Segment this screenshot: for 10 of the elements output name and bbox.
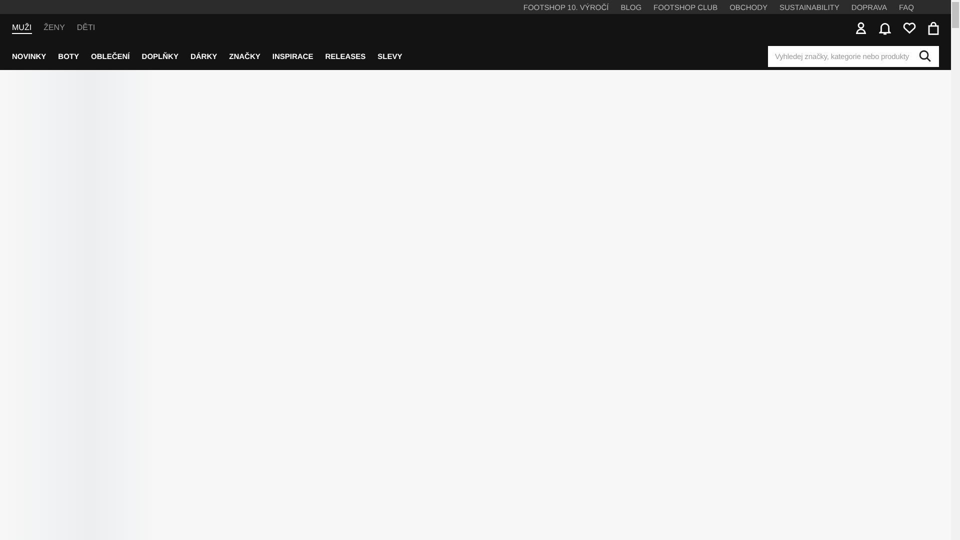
scrollbar-thumb[interactable] <box>952 2 959 28</box>
user-icon[interactable] <box>855 22 867 34</box>
gender-tab[interactable]: DĚTI <box>76 22 96 34</box>
gender-tab[interactable]: MUŽI <box>12 22 32 34</box>
heart-icon[interactable] <box>903 22 916 34</box>
bag-icon[interactable] <box>928 22 939 34</box>
bell-icon[interactable] <box>879 22 891 34</box>
gender-tab[interactable]: ŽENY <box>44 22 65 34</box>
search-icon[interactable] <box>919 50 931 62</box>
scrollbar[interactable] <box>951 0 960 540</box>
